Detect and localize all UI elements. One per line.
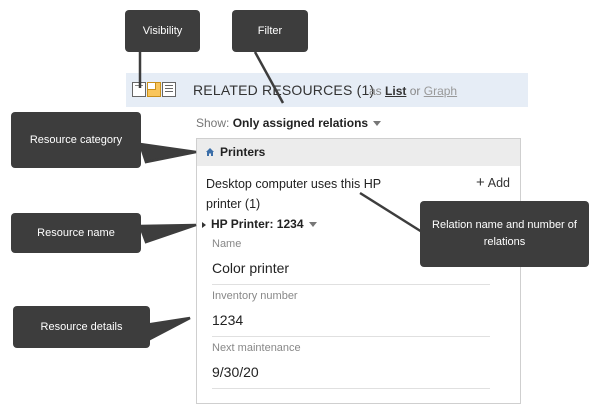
callout-filter: Filter — [232, 10, 308, 52]
callout-resource-category: Resource category — [11, 112, 141, 168]
callout-relation: Relation name and number of relations — [420, 201, 589, 267]
callout-visibility: Visibility — [125, 10, 200, 52]
callout-resource-details: Resource details — [13, 306, 150, 348]
callout-resource-name: Resource name — [11, 213, 141, 253]
